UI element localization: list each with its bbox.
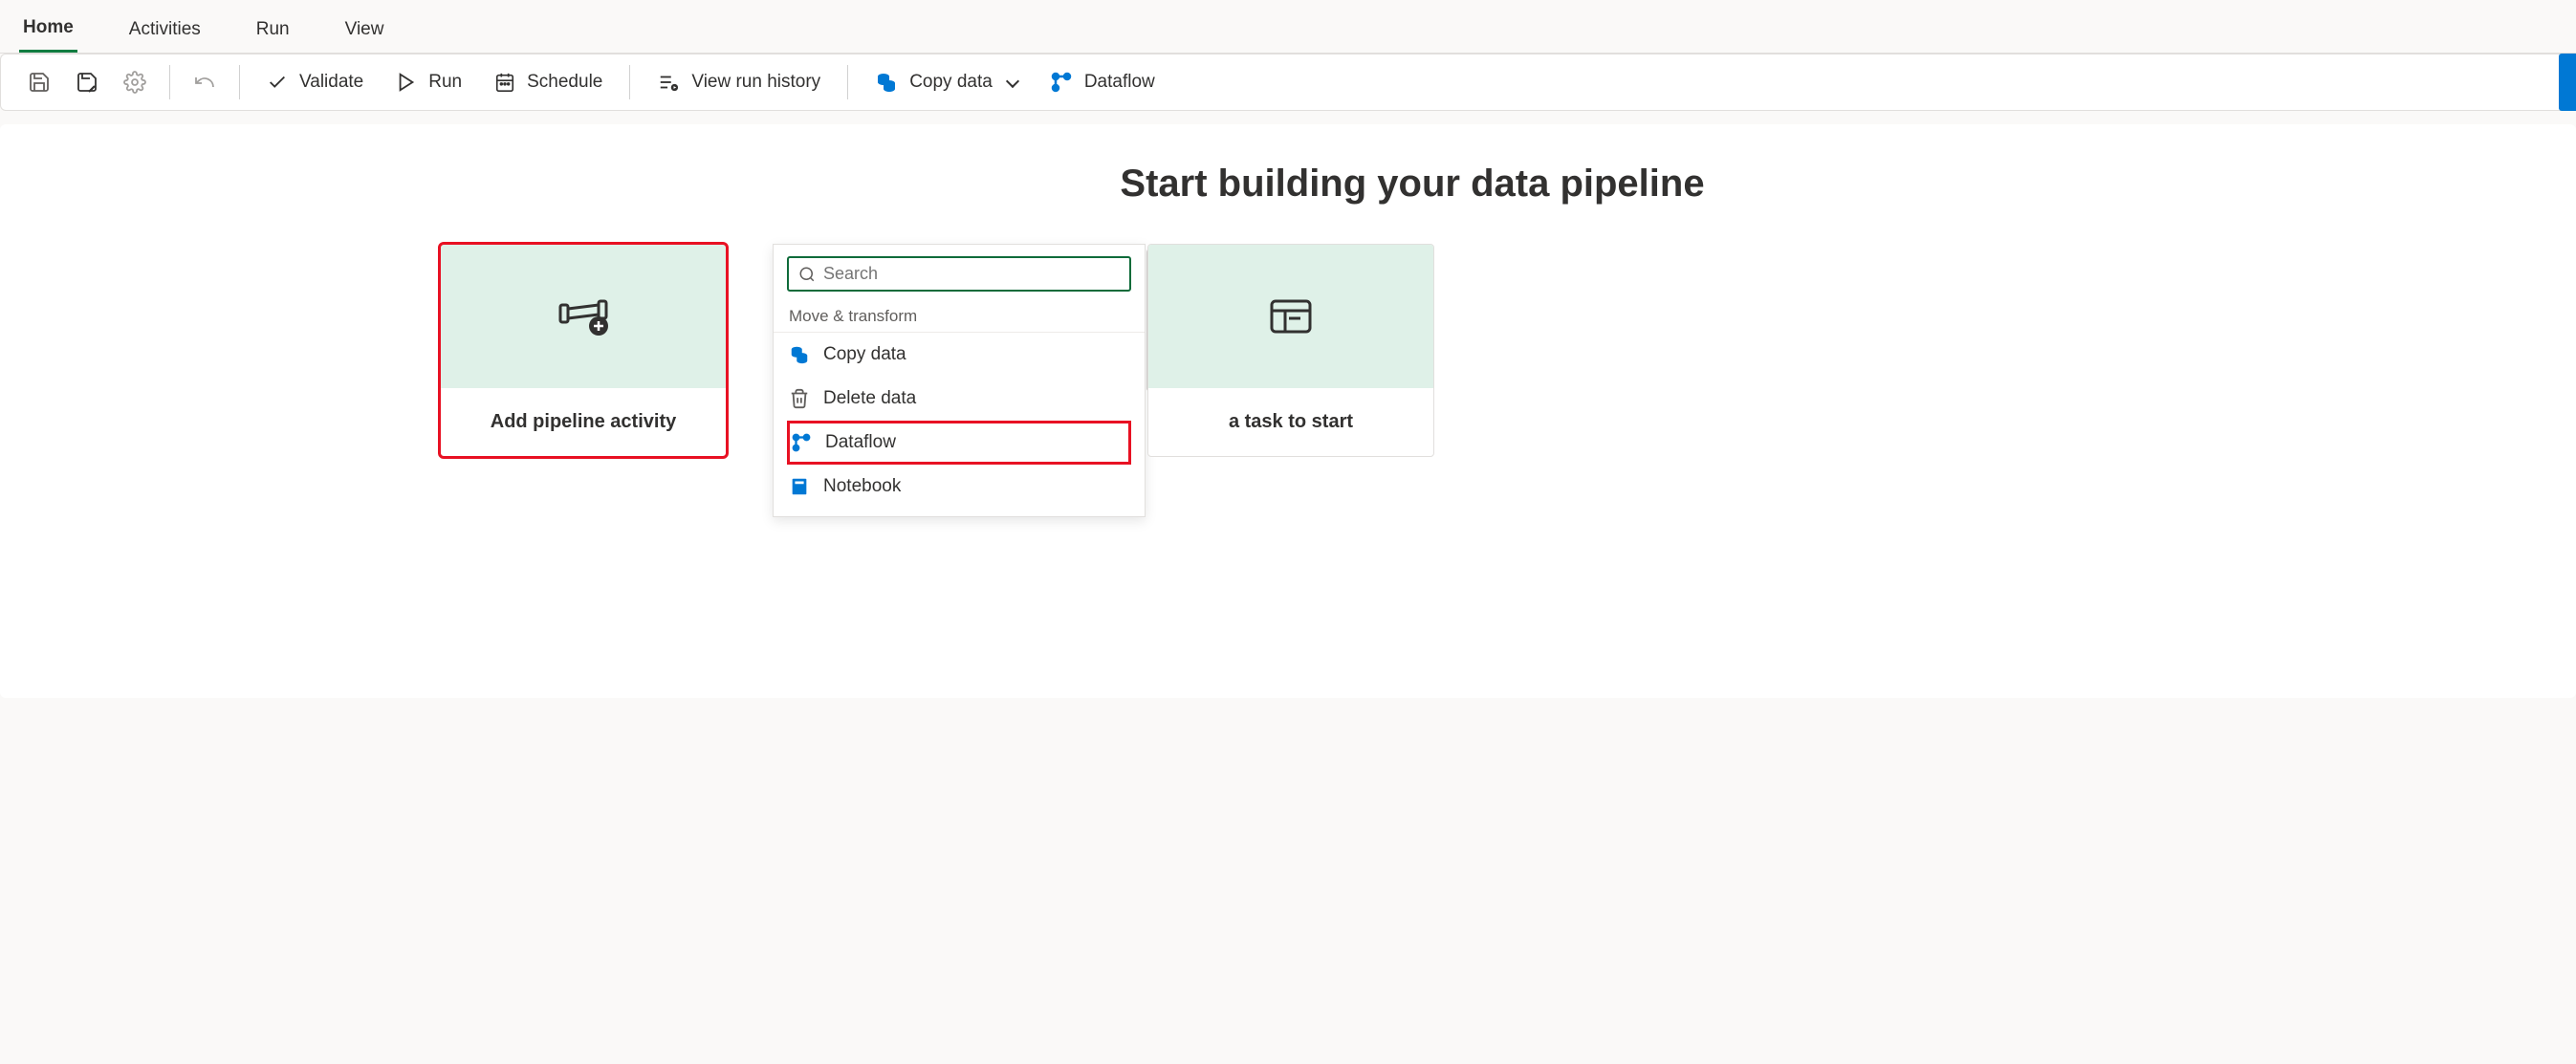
history-icon bbox=[657, 72, 680, 93]
chevron-down-icon bbox=[1006, 74, 1019, 87]
menu-item-label: Copy data bbox=[823, 344, 906, 365]
pipeline-add-icon bbox=[557, 295, 610, 337]
dataflow-label: Dataflow bbox=[1084, 72, 1155, 93]
notebook-icon bbox=[789, 476, 810, 497]
template-icon bbox=[1268, 297, 1314, 336]
copy-data-button[interactable]: Copy data bbox=[862, 65, 1031, 99]
ribbon-toolbar: Validate Run Schedule View run history bbox=[0, 54, 2576, 111]
save-as-button[interactable] bbox=[66, 65, 108, 99]
card-add-pipeline-activity[interactable]: Add pipeline activity bbox=[440, 244, 727, 457]
play-icon bbox=[396, 72, 417, 93]
schedule-label: Schedule bbox=[527, 72, 602, 93]
search-box[interactable] bbox=[787, 256, 1131, 292]
settings-button[interactable] bbox=[114, 65, 156, 99]
undo-icon bbox=[193, 71, 216, 94]
menu-item-dataflow[interactable]: Dataflow bbox=[787, 421, 1131, 465]
save-icon bbox=[28, 71, 51, 94]
menu-item-copy-data[interactable]: Copy data bbox=[774, 333, 1145, 377]
validate-label: Validate bbox=[299, 72, 363, 93]
menu-item-label: Dataflow bbox=[825, 432, 896, 453]
gear-icon bbox=[123, 71, 146, 94]
save-edit-icon bbox=[76, 71, 98, 94]
separator bbox=[629, 65, 630, 99]
tab-home[interactable]: Home bbox=[19, 10, 77, 53]
ribbon-tabs: Home Activities Run View bbox=[0, 0, 2576, 54]
calendar-icon bbox=[494, 72, 515, 93]
tab-run[interactable]: Run bbox=[252, 11, 294, 52]
menu-item-notebook[interactable]: Notebook bbox=[774, 465, 1145, 509]
run-label: Run bbox=[428, 72, 462, 93]
group-move-transform: Move & transform bbox=[774, 301, 1145, 333]
view-run-history-label: View run history bbox=[691, 72, 820, 93]
starter-cards: Add pipeline activity Move & transform C… bbox=[0, 244, 2576, 457]
tab-activities[interactable]: Activities bbox=[125, 11, 205, 52]
card-label: Add pipeline activity bbox=[441, 388, 726, 456]
menu-item-label: Notebook bbox=[823, 476, 901, 497]
validate-button[interactable]: Validate bbox=[253, 66, 377, 98]
view-run-history-button[interactable]: View run history bbox=[644, 66, 834, 98]
schedule-button[interactable]: Schedule bbox=[481, 66, 616, 98]
dataflow-button[interactable]: Dataflow bbox=[1037, 65, 1168, 99]
edge-indicator bbox=[2559, 54, 2576, 111]
separator bbox=[239, 65, 240, 99]
check-icon bbox=[267, 72, 288, 93]
separator bbox=[847, 65, 848, 99]
card-task-to-start[interactable]: a task to start bbox=[1147, 244, 1434, 457]
separator bbox=[169, 65, 170, 99]
card-label: a task to start bbox=[1148, 388, 1433, 456]
trash-icon bbox=[789, 388, 810, 409]
copy-data-label: Copy data bbox=[909, 72, 993, 93]
dataflow-icon bbox=[1050, 71, 1073, 94]
activity-search-dropdown: Move & transform Copy data Delete dat bbox=[773, 244, 1146, 517]
menu-item-label: Delete data bbox=[823, 388, 916, 409]
card-icon-area bbox=[1148, 245, 1433, 388]
undo-button[interactable] bbox=[184, 65, 226, 99]
database-icon bbox=[875, 71, 898, 94]
canvas-area: Start building your data pipeline Add pi… bbox=[0, 124, 2576, 698]
database-icon bbox=[789, 344, 810, 365]
run-button[interactable]: Run bbox=[382, 66, 475, 98]
search-input[interactable] bbox=[823, 264, 1120, 284]
save-button[interactable] bbox=[18, 65, 60, 99]
dataflow-icon bbox=[791, 432, 812, 453]
search-icon bbox=[798, 266, 816, 283]
tab-view[interactable]: View bbox=[341, 11, 388, 52]
menu-item-delete-data[interactable]: Delete data bbox=[774, 377, 1145, 421]
card-icon-area bbox=[441, 245, 726, 388]
page-title: Start building your data pipeline bbox=[249, 163, 2576, 206]
